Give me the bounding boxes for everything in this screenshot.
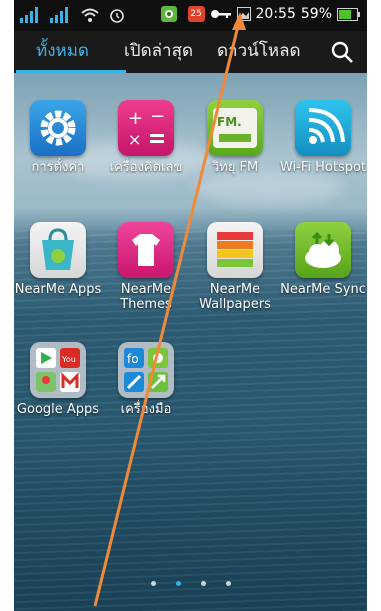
- wallpaper-cloud: [194, 170, 344, 205]
- tab-all[interactable]: ทั้งหมด: [36, 31, 89, 73]
- app-nearme-wallpapers[interactable]: NearMe Wallpapers: [191, 222, 279, 312]
- search-icon[interactable]: [329, 39, 355, 65]
- svg-text:+: +: [128, 108, 143, 129]
- app-label: การตั้งค่า: [31, 160, 85, 175]
- app-calculator[interactable]: + − × เครื่องคิดเลข: [102, 100, 190, 175]
- app-label: NearMe Apps: [14, 282, 102, 297]
- app-label: Google Apps: [16, 402, 100, 417]
- nearme-sync-icon: [295, 222, 351, 278]
- nearme-themes-icon: [118, 222, 174, 278]
- app-wifi-hotspot[interactable]: Wi-Fi Hotspot: [279, 100, 367, 175]
- battery-icon: [337, 7, 360, 21]
- svg-text:fo: fo: [127, 352, 139, 366]
- app-label: NearMe Wallpapers: [199, 282, 271, 312]
- notification-badge-icon: 25: [187, 6, 205, 22]
- page-dot[interactable]: [200, 581, 206, 586]
- page-dot[interactable]: [150, 581, 156, 586]
- app-label: เครื่องคิดเลข: [109, 160, 183, 175]
- svg-text:You: You: [61, 355, 76, 364]
- settings-gear-icon: [30, 100, 86, 156]
- page-dot-active[interactable]: [175, 581, 181, 586]
- app-label: Wi-Fi Hotspot: [279, 160, 367, 175]
- google-apps-folder-icon: You: [30, 342, 86, 398]
- alarm-icon: [110, 9, 124, 23]
- app-label: วิทยุ FM: [211, 160, 259, 175]
- svg-text:−: −: [150, 106, 165, 127]
- app-nearme-apps[interactable]: NearMe Apps: [14, 222, 102, 297]
- nearme-wallpapers-icon: [207, 222, 263, 278]
- calculator-icon: + − ×: [118, 100, 174, 156]
- signal-icon: [50, 7, 68, 23]
- fm-radio-icon: FM.: [207, 100, 263, 156]
- app-google-apps-folder[interactable]: You Google Apps: [14, 342, 102, 417]
- battery-percent: 59%: [300, 6, 332, 22]
- tab-recent[interactable]: เปิดล่าสุด: [124, 31, 193, 73]
- app-label: เครื่องมือ: [120, 402, 172, 417]
- active-tab-indicator: [16, 70, 126, 73]
- app-fm-radio[interactable]: FM. วิทยุ FM: [191, 100, 279, 175]
- app-label: NearMe Themes: [120, 282, 172, 312]
- wifi-hotspot-icon: [295, 100, 351, 156]
- phone-screen: 25 20:55 59% ทั้งหมด เปิดล่าสุด ดาวน์โหล…: [14, 0, 367, 611]
- svg-text:×: ×: [128, 130, 141, 149]
- wifi-icon: [81, 8, 99, 22]
- app-label: NearMe Sync: [280, 282, 366, 297]
- signal-icon: [20, 7, 38, 23]
- page-dot[interactable]: [225, 581, 231, 586]
- status-time: 20:55: [255, 6, 296, 22]
- app-nearme-themes[interactable]: NearMe Themes: [102, 222, 190, 312]
- tab-bar: ทั้งหมด เปิดล่าสุด ดาวน์โหลด: [14, 31, 367, 73]
- status-bar: 25 20:55 59%: [14, 0, 367, 31]
- app-nearme-sync[interactable]: NearMe Sync: [279, 222, 367, 297]
- green-app-icon: [160, 6, 177, 22]
- app-tools-folder[interactable]: fo เครื่องมือ: [102, 342, 190, 417]
- key-icon: [210, 10, 231, 18]
- page-indicator: [14, 571, 367, 590]
- tab-downloads[interactable]: ดาวน์โหลด: [217, 31, 301, 73]
- tools-folder-icon: fo: [118, 342, 174, 398]
- image-icon: [236, 7, 251, 21]
- svg-text:FM.: FM.: [217, 115, 242, 129]
- nearme-apps-icon: [30, 222, 86, 278]
- app-settings[interactable]: การตั้งค่า: [14, 100, 102, 175]
